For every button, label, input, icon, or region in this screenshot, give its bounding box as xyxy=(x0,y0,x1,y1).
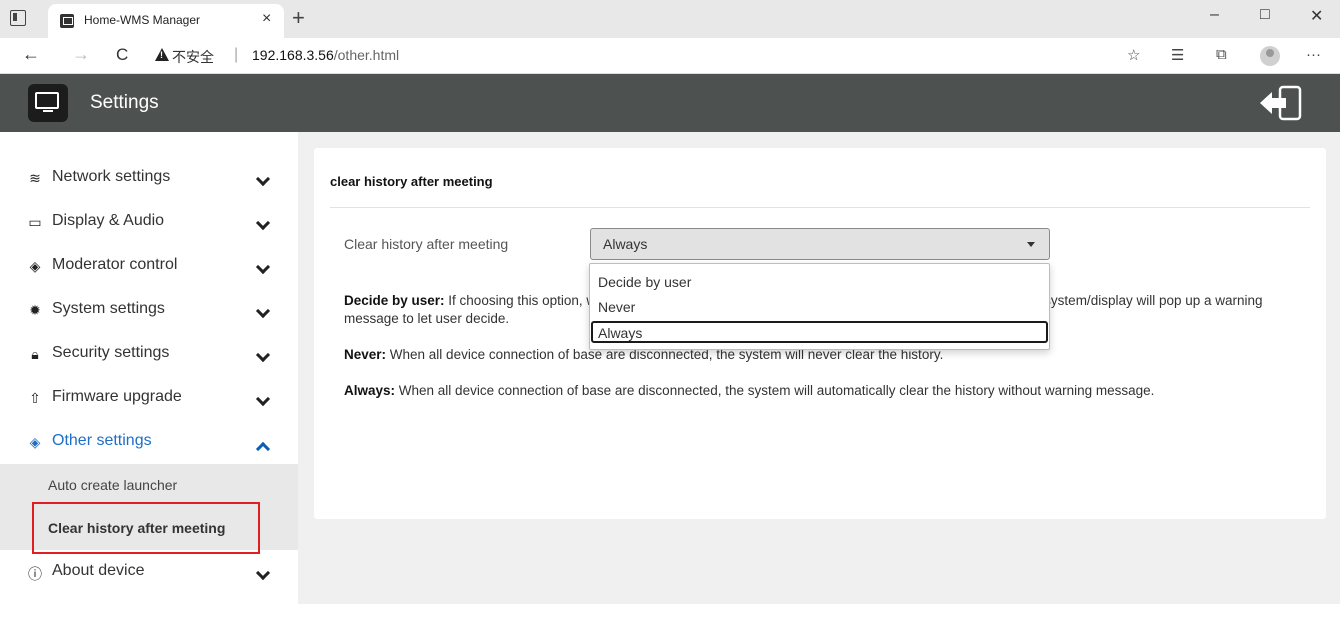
desc-term: Always: xyxy=(344,383,396,398)
browser-tab-bar: Home-WMS Manager × + – □ ✕ xyxy=(0,0,1340,38)
lock-icon: 🔒︎ xyxy=(31,346,39,362)
select-dropdown-list: Decide by user Never Always xyxy=(589,263,1050,350)
option-always[interactable]: Always xyxy=(591,321,1048,343)
sidebar-item-network[interactable]: ≋ Network settings xyxy=(0,156,298,200)
close-window-icon[interactable]: ✕ xyxy=(1310,6,1323,26)
upload-icon: ⇧ xyxy=(29,390,41,406)
more-menu-icon[interactable]: ··· xyxy=(1306,46,1321,63)
description-always: Always: When all device connection of ba… xyxy=(344,382,1154,400)
clear-history-select[interactable]: Always xyxy=(590,228,1050,260)
tab-close-icon[interactable]: × xyxy=(262,10,271,28)
chevron-down-icon xyxy=(255,259,271,275)
favicon-icon xyxy=(60,14,74,28)
sidebar-item-label: Security settings xyxy=(52,344,170,361)
caret-down-icon xyxy=(1027,242,1035,247)
warning-icon[interactable] xyxy=(155,48,169,61)
wifi-icon: ≋ xyxy=(29,170,41,186)
back-icon[interactable]: ← xyxy=(22,44,40,65)
favorites-icon[interactable]: ☰ xyxy=(1171,46,1184,64)
address-bar: ← → C 不安全 | 192.168.3.56/other.html ☆ ☰ … xyxy=(0,38,1340,74)
sidebar: ≋ Network settings ▭ Display & Audio ◈ M… xyxy=(0,132,298,604)
highlight-annotation xyxy=(32,502,260,554)
option-never[interactable]: Never xyxy=(591,297,1048,319)
sidebar-item-label: Network settings xyxy=(52,168,171,185)
sidebar-item-label: System settings xyxy=(52,300,165,317)
chevron-down-icon xyxy=(255,171,271,187)
app-header: Settings xyxy=(0,74,1340,132)
submenu-item-auto-launcher[interactable]: Auto create launcher xyxy=(48,477,177,493)
info-icon: ⓘ xyxy=(28,566,42,582)
select-value: Always xyxy=(603,236,648,252)
sidebar-item-system[interactable]: ✹ System settings xyxy=(0,288,298,332)
sidebar-item-label: Display & Audio xyxy=(52,212,165,229)
desc-text: When all device connection of base are d… xyxy=(395,383,1155,398)
sidebar-item-firmware[interactable]: ⇧ Firmware upgrade xyxy=(0,376,298,420)
sidebar-item-label: About device xyxy=(52,562,145,579)
sidebar-item-about[interactable]: ⓘ About device xyxy=(0,550,298,594)
page-title: Settings xyxy=(90,92,159,113)
url-host: 192.168.3.56 xyxy=(252,47,334,63)
chevron-down-icon xyxy=(255,565,271,581)
chevron-down-icon xyxy=(255,215,271,231)
maximize-icon[interactable]: □ xyxy=(1260,6,1270,24)
app-logo-icon xyxy=(28,84,68,122)
option-decide-by-user[interactable]: Decide by user xyxy=(591,272,1048,294)
footer-strip xyxy=(0,604,1340,628)
address-separator: | xyxy=(234,46,239,63)
tab-title: Home-WMS Manager xyxy=(84,13,201,27)
sidebar-item-moderator[interactable]: ◈ Moderator control xyxy=(0,244,298,288)
sidebar-item-label: Moderator control xyxy=(52,256,178,273)
chevron-down-icon xyxy=(255,303,271,319)
chevron-down-icon xyxy=(255,347,271,363)
logout-icon[interactable] xyxy=(1256,84,1304,122)
sidebar-item-label: Other settings xyxy=(52,432,152,449)
gear-icon: ✹ xyxy=(29,302,41,318)
new-tab-button[interactable]: + xyxy=(292,5,305,31)
collections-icon[interactable]: ⧉ xyxy=(1216,46,1227,63)
gem-icon: ◈ xyxy=(29,434,41,450)
divider xyxy=(330,207,1310,208)
sidebar-item-other[interactable]: ◈ Other settings xyxy=(0,420,298,464)
field-label: Clear history after meeting xyxy=(344,236,509,252)
sidebar-item-display-audio[interactable]: ▭ Display & Audio xyxy=(0,200,298,244)
sidebar-item-security[interactable]: 🔒︎ Security settings xyxy=(0,332,298,376)
chevron-down-icon xyxy=(255,391,271,407)
sidebar-item-label: Firmware upgrade xyxy=(52,388,182,405)
section-title: clear history after meeting xyxy=(330,174,493,189)
minimize-icon[interactable]: – xyxy=(1210,6,1219,24)
browser-tab[interactable]: Home-WMS Manager × xyxy=(48,4,284,38)
desc-term: Never: xyxy=(344,347,387,362)
profile-icon[interactable] xyxy=(1260,46,1280,66)
tab-actions-icon[interactable] xyxy=(10,10,26,26)
insecure-label[interactable]: 不安全 xyxy=(172,47,214,67)
add-favorite-icon[interactable]: ☆ xyxy=(1127,46,1140,64)
url-field[interactable]: 192.168.3.56/other.html xyxy=(252,47,399,63)
chevron-up-icon xyxy=(255,441,271,457)
reload-icon[interactable]: C xyxy=(116,45,128,65)
page-body: ≋ Network settings ▭ Display & Audio ◈ M… xyxy=(0,132,1340,628)
desc-term: Decide by user: xyxy=(344,293,445,308)
forward-icon[interactable]: → xyxy=(72,44,90,65)
gem-icon: ◈ xyxy=(29,258,41,274)
url-path: /other.html xyxy=(333,47,400,63)
monitor-icon: ▭ xyxy=(28,214,42,230)
